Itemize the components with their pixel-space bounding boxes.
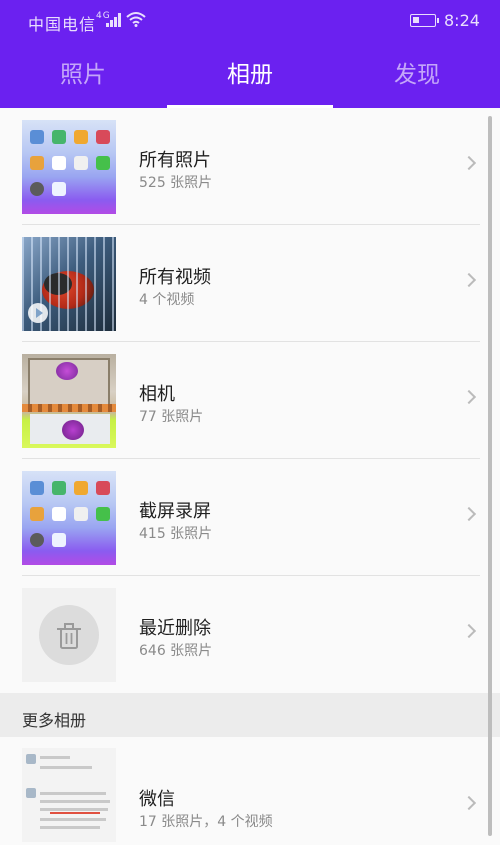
album-title: 截屏录屏 [139,501,211,522]
status-bar: 中国电信4G 8:24 [0,0,500,42]
tab-bar: 照片 相册 发现 [0,52,500,108]
chevron-right-icon [461,389,477,405]
section-title: 更多相册 [22,711,87,730]
chevron-right-icon [461,155,477,171]
album-wechat[interactable]: 微信 17 张照片，4 个视频 [0,737,480,845]
album-all-videos[interactable]: 所有视频 4 个视频 [0,225,480,342]
album-recently-deleted[interactable]: 最近删除 646 张照片 [0,576,480,693]
app-header: 中国电信4G 8:24 照片 相册 发现 [0,0,500,108]
chevron-right-icon [461,506,477,522]
scrollbar[interactable] [488,116,492,836]
album-screenshots[interactable]: 截屏录屏 415 张照片 [0,459,480,576]
album-title: 最近删除 [139,618,211,639]
carrier-label: 中国电信4G [28,11,111,34]
album-all-photos[interactable]: 所有照片 525 张照片 [0,108,480,225]
album-title: 所有照片 [139,150,211,171]
wifi-icon [126,12,146,27]
chevron-right-icon [461,795,477,811]
album-count: 77 张照片 [139,409,204,425]
album-count: 646 张照片 [139,643,213,659]
chevron-right-icon [461,623,477,639]
album-thumbnail [22,354,116,448]
tab-discover[interactable]: 发现 [334,52,500,108]
album-thumbnail [22,748,116,842]
album-count: 415 张照片 [139,526,213,542]
chevron-right-icon [461,272,477,288]
album-camera[interactable]: 相机 77 张照片 [0,342,480,459]
album-thumbnail [22,120,116,214]
album-list[interactable]: 所有照片 525 张照片 所有视频 4 个视频 相机 77 张照片 截屏录屏 4… [0,108,500,845]
album-thumbnail [22,588,116,682]
album-title: 微信 [139,789,175,810]
more-albums-header: 更多相册 [0,693,500,737]
album-title: 相机 [139,384,175,405]
tab-albums[interactable]: 相册 [167,52,333,108]
signal-icon [106,13,121,27]
album-count: 4 个视频 [139,292,195,308]
battery-icon [410,14,439,27]
play-icon [28,303,48,323]
clock: 8:24 [444,11,480,30]
tab-photos[interactable]: 照片 [0,52,166,108]
album-count: 17 张照片，4 个视频 [139,814,273,830]
trash-icon [57,623,81,649]
album-count: 525 张照片 [139,175,213,191]
album-title: 所有视频 [139,267,211,288]
album-thumbnail [22,471,116,565]
album-thumbnail [22,237,116,331]
